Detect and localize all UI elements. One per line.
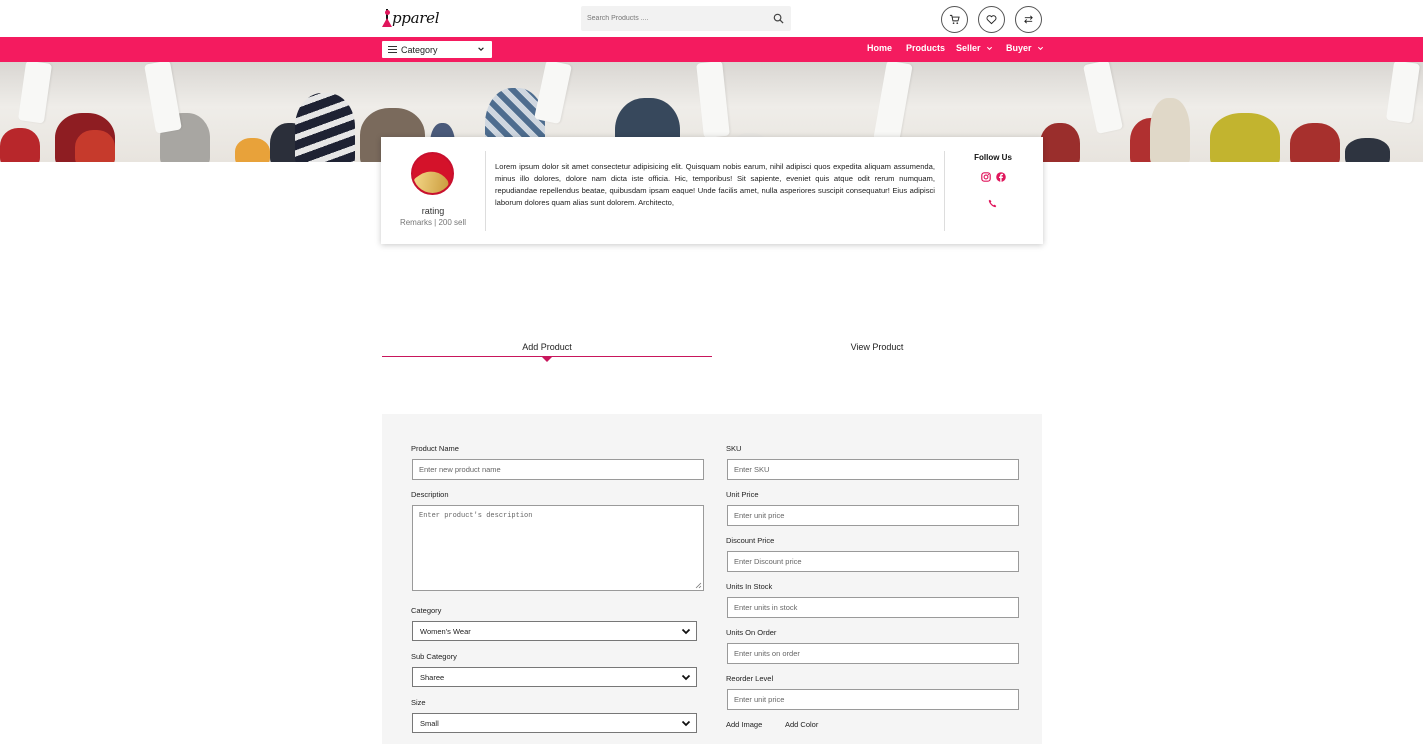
- units-on-order-label: Units On Order: [726, 628, 777, 637]
- facebook-icon[interactable]: [996, 169, 1006, 182]
- seller-description: Lorem ipsum dolor sit amet consectetur a…: [495, 162, 935, 207]
- category-label: Category: [411, 606, 442, 615]
- chevron-down-icon: [478, 47, 484, 51]
- search-icon[interactable]: [773, 13, 784, 24]
- compare-button[interactable]: [1015, 6, 1042, 33]
- instagram-icon[interactable]: [981, 169, 991, 182]
- size-select-value: Small: [420, 718, 439, 728]
- wishlist-button[interactable]: [978, 6, 1005, 33]
- divider: [485, 151, 486, 231]
- main-navbar: Category Home Products Seller Buyer: [0, 37, 1423, 62]
- product-name-input[interactable]: [412, 459, 704, 480]
- social-links: [981, 169, 1006, 182]
- search-bar: [581, 6, 791, 31]
- nav-seller-label: Seller: [956, 43, 981, 53]
- category-select[interactable]: Women's Wear: [412, 621, 697, 641]
- sub-category-select-value: Sharee: [420, 672, 445, 682]
- remarks-text: Remarks | 200 sell: [399, 218, 467, 227]
- menu-icon: [388, 44, 397, 55]
- category-select-value: Women's Wear: [420, 626, 471, 636]
- category-dropdown[interactable]: Category: [382, 41, 492, 58]
- follow-us-heading: Follow Us: [974, 153, 1012, 162]
- category-dropdown-label: Category: [401, 44, 438, 55]
- description-label: Description: [411, 490, 449, 499]
- reorder-level-input[interactable]: [727, 689, 1019, 710]
- units-in-stock-label: Units In Stock: [726, 582, 773, 591]
- nav-products[interactable]: Products: [906, 43, 945, 53]
- add-product-form: Product Name Description Category Women'…: [382, 414, 1042, 744]
- active-tab-arrow: [542, 357, 552, 362]
- chevron-down-icon: [681, 628, 691, 635]
- nav-seller[interactable]: Seller: [956, 43, 993, 53]
- sub-category-label: Sub Category: [411, 652, 457, 661]
- sub-category-select[interactable]: Sharee: [412, 667, 697, 687]
- sku-label: SKU: [726, 444, 742, 453]
- compare-icon: [1024, 15, 1033, 24]
- nav-home[interactable]: Home: [867, 43, 892, 53]
- discount-price-label: Discount Price: [726, 536, 775, 545]
- tab-add-product[interactable]: Add Product: [382, 342, 712, 352]
- cart-button[interactable]: [941, 6, 968, 33]
- unit-price-label: Unit Price: [726, 490, 759, 499]
- heart-icon: [986, 15, 997, 25]
- search-input[interactable]: [581, 6, 766, 31]
- nav-buyer-label: Buyer: [1006, 43, 1032, 53]
- add-color-button[interactable]: Add Color: [785, 720, 818, 729]
- divider: [944, 151, 945, 231]
- description-textarea[interactable]: [412, 505, 704, 591]
- avatar[interactable]: [411, 152, 454, 195]
- phone-icon[interactable]: [988, 199, 997, 208]
- cart-icon: [949, 14, 960, 24]
- brand-logo[interactable]: pparel: [382, 7, 440, 29]
- units-on-order-input[interactable]: [727, 643, 1019, 664]
- nav-buyer[interactable]: Buyer: [1006, 43, 1044, 53]
- product-name-label: Product Name: [411, 444, 459, 453]
- logo-text: pparel: [392, 9, 440, 27]
- chevron-down-icon: [681, 720, 691, 727]
- tab-view-product[interactable]: View Product: [712, 342, 1042, 352]
- seller-profile-card: rating Remarks | 200 sell Lorem ipsum do…: [381, 137, 1043, 244]
- top-header: pparel: [0, 0, 1423, 37]
- unit-price-input[interactable]: [727, 505, 1019, 526]
- size-label: Size: [411, 698, 426, 707]
- reorder-level-label: Reorder Level: [726, 674, 774, 683]
- chevron-down-icon: [681, 674, 691, 681]
- sku-input[interactable]: [727, 459, 1019, 480]
- discount-price-input[interactable]: [727, 551, 1019, 572]
- rating-label: rating: [421, 206, 445, 216]
- chevron-down-icon: [1037, 46, 1043, 50]
- chevron-down-icon: [986, 46, 992, 50]
- resize-handle-icon[interactable]: [695, 582, 702, 589]
- logo-mark: [382, 8, 392, 28]
- units-in-stock-input[interactable]: [727, 597, 1019, 618]
- size-select[interactable]: Small: [412, 713, 697, 733]
- add-image-button[interactable]: Add Image: [726, 720, 762, 729]
